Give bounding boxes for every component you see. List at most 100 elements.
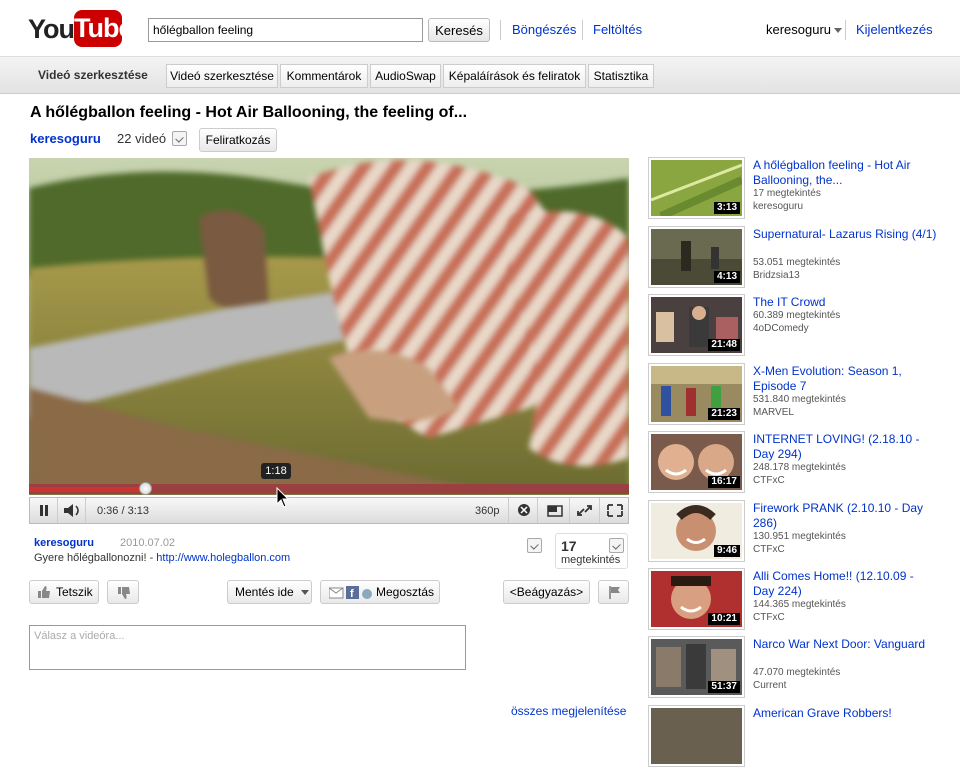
pause-button[interactable] [30,498,58,523]
nav-divider [582,20,583,40]
fullscreen-button[interactable] [600,498,630,523]
nav-divider [845,20,846,40]
stats-expand-icon[interactable] [609,538,624,553]
annotations-button[interactable]: Kommentárok [280,64,368,88]
player-controls: 0:36 / 3:13 360p [29,497,629,524]
video-thumbnail[interactable]: 3:13 [651,160,742,216]
top-bar: You Tube Keresés Böngészés Feltöltés ker… [0,0,960,52]
related-views: 248.178 megtekintés [753,462,846,473]
thumbs-up-icon [38,586,50,598]
related-video[interactable]: 3:13 A hőlégballon feeling - Hot Air Bal… [648,157,948,223]
flag-button[interactable] [598,580,629,604]
related-video[interactable]: American Grave Robbers! [648,705,948,771]
statistics-button[interactable]: Statisztika [588,64,654,88]
video-thumbnail[interactable]: 9:46 [651,503,742,559]
description-text: Gyere hőlégballonozni! - [34,552,157,564]
related-video[interactable]: 21:23 X-Men Evolution: Season 1, Episode… [648,363,948,429]
related-video[interactable]: 9:46 Firework PRANK (2.10.10 - Day 286) … [648,500,948,566]
duration-badge: 10:21 [708,613,740,625]
related-video[interactable]: 16:17 INTERNET LOVING! (2.18.10 - Day 29… [648,431,948,497]
channel-dropdown-icon[interactable] [172,131,187,146]
view-count: 17 [561,538,577,554]
video-thumbnail[interactable]: 21:23 [651,366,742,422]
thumbnail-frame: 21:23 [648,363,745,425]
related-video[interactable]: 21:48 The IT Crowd 60.389 megtekintés 4o… [648,294,948,360]
save-to-button[interactable]: Mentés ide [227,580,312,604]
video-thumbnail[interactable]: 10:21 [651,571,742,627]
related-views: 531.840 megtekintés [753,394,846,405]
related-views: 47.070 megtekintés [753,667,841,678]
show-all-link[interactable]: összes megjelenítése [511,704,626,718]
annotations-toggle-button[interactable] [508,498,538,523]
related-channel: CTFxC [753,544,785,555]
progress-bar[interactable] [29,482,629,495]
fullscreen-icon [607,504,623,517]
audioswap-button[interactable]: AudioSwap [370,64,441,88]
related-title[interactable]: The IT Crowd [753,295,938,310]
view-count-label: megtekintés [561,554,621,566]
related-title[interactable]: X-Men Evolution: Season 1, Episode 7 [753,364,938,394]
related-video[interactable]: 10:21 Alli Comes Home!! (12.10.09 - Day … [648,568,948,634]
related-channel: keresoguru [753,201,804,212]
comment-input[interactable]: Válasz a videóra... [29,625,466,670]
user-menu[interactable]: keresoguru [766,22,843,37]
related-views: 144.365 megtekintés [753,599,846,610]
logout-link[interactable]: Kijelentkezés [856,22,933,37]
related-title[interactable]: Supernatural- Lazarus Rising (4/1) [753,227,938,242]
related-title[interactable]: Firework PRANK (2.10.10 - Day 286) [753,501,938,531]
video-thumbnail[interactable]: 16:17 [651,434,742,490]
edit-video-bar: Videó szerkesztése Videó szerkesztése Ko… [0,56,960,94]
video-thumbnail[interactable] [651,708,742,764]
captions-button[interactable]: Képaláírások és feliratok [443,64,586,88]
related-title[interactable]: American Grave Robbers! [753,706,938,721]
search-input[interactable] [148,18,423,42]
view-count-box: 17 megtekintés [555,533,628,569]
thumbnail-frame: 3:13 [648,157,745,219]
related-title[interactable]: INTERNET LOVING! (2.18.10 - Day 294) [753,432,938,462]
video-thumbnail[interactable]: 4:13 [651,229,742,285]
pause-icon [40,505,48,516]
embed-button[interactable]: <Beágyazás> [503,580,590,604]
related-channel: CTFxC [753,612,785,623]
upload-link[interactable]: Feltöltés [593,22,642,37]
volume-button[interactable] [58,498,86,523]
related-title[interactable]: A hőlégballon feeling - Hot Air Ballooni… [753,158,938,188]
logo-you-text: You [28,14,75,44]
related-channel: Current [753,680,787,691]
progress-played [29,487,146,492]
video-player[interactable] [29,158,629,495]
video-thumbnail[interactable]: 51:37 [651,639,742,695]
description-link[interactable]: http://www.holegballon.com [156,552,290,564]
popout-button[interactable] [540,498,570,523]
expand-button[interactable] [570,498,600,523]
description-expand-icon[interactable] [527,538,542,553]
time-display: 0:36 / 3:13 [97,505,149,517]
video-thumbnail[interactable]: 21:48 [651,297,742,353]
svg-text:f: f [350,588,354,600]
subscribe-button[interactable]: Feliratkozás [199,128,277,152]
related-channel: 4oDComedy [753,323,809,334]
video-title: A hőlégballon feeling - Hot Air Ballooni… [30,104,468,121]
channel-link[interactable]: keresoguru [30,131,101,146]
logo-tube-text: Tube [74,10,134,47]
progress-handle[interactable] [139,482,153,495]
search-button[interactable]: Keresés [428,18,490,42]
edit-bar-title: Videó szerkesztése [38,68,148,82]
related-views: 60.389 megtekintés [753,310,841,321]
share-button[interactable]: f Megosztás [320,580,440,604]
quality-selector[interactable]: 360p [475,505,499,517]
dislike-button[interactable] [107,580,139,604]
info-author-link[interactable]: keresoguru [34,537,94,549]
related-video[interactable]: 4:13 Supernatural- Lazarus Rising (4/1) … [648,226,948,292]
related-title[interactable]: Alli Comes Home!! (12.10.09 - Day 224) [753,569,938,599]
related-channel: Bridzsia13 [753,270,800,281]
related-title[interactable]: Narco War Next Door: Vanguard [753,637,938,652]
thumbnail-frame: 4:13 [648,226,745,288]
related-video[interactable]: 51:37 Narco War Next Door: Vanguard 47.0… [648,636,948,702]
browse-link[interactable]: Böngészés [512,22,576,37]
thumbnail-frame: 10:21 [648,568,745,630]
duration-badge: 3:13 [713,202,740,214]
edit-video-button[interactable]: Videó szerkesztése [166,64,278,88]
like-button[interactable]: Tetszik [29,580,99,604]
youtube-logo[interactable]: You Tube [28,10,134,48]
